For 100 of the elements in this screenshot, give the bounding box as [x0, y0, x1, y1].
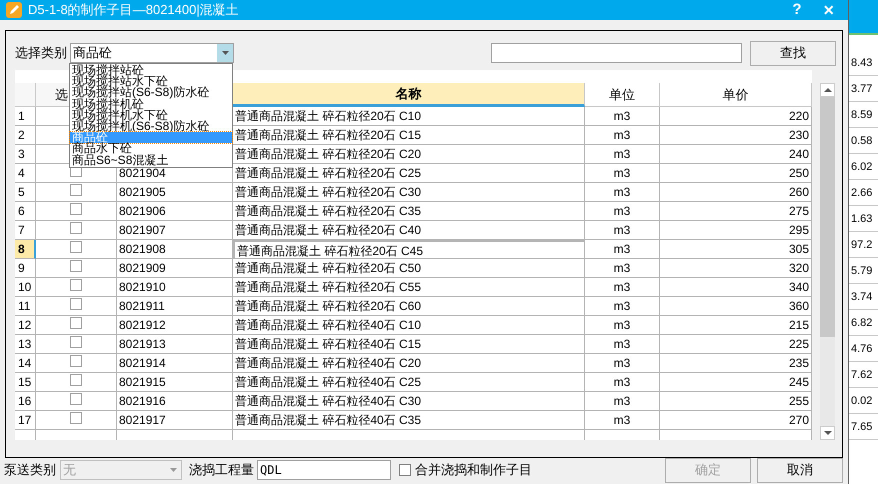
table-cell: m3 [585, 411, 660, 430]
column-header: 单位 [585, 83, 660, 107]
table-cell: 215 [660, 316, 812, 335]
table-cell: 8021912 [117, 316, 233, 335]
app-pencil-icon [6, 2, 22, 18]
table-cell: 7.65 [849, 414, 878, 440]
table-cell: 8.43 [849, 50, 878, 76]
category-label: 选择类别 [15, 44, 68, 62]
table-cell: 245 [660, 373, 812, 392]
dropdown-option[interactable]: 商品水下砼 [70, 143, 232, 154]
table-cell: 2.66 [849, 180, 878, 206]
table-cell: m3 [585, 107, 660, 126]
dropdown-option[interactable]: 现场搅拌机水下砼 [70, 110, 232, 121]
table-cell: 5.79 [849, 258, 878, 284]
row-number: 3 [15, 145, 36, 164]
table-cell: 8021908 [117, 240, 233, 259]
table-cell: 230 [660, 126, 812, 145]
table-cell: 320 [660, 259, 812, 278]
scroll-up-icon[interactable] [824, 88, 832, 92]
table-cell: 220 [660, 107, 812, 126]
table-cell: 8021915 [117, 373, 233, 392]
find-button[interactable]: 查找 [750, 40, 836, 66]
row-number: 14 [15, 354, 36, 373]
checkbox[interactable] [70, 279, 82, 291]
checkbox[interactable] [399, 464, 411, 476]
dropdown-option[interactable]: 现场搅拌机(S6-S8)防水砼 [70, 120, 232, 132]
table-cell: m3 [585, 316, 660, 335]
row-number: 8 [15, 240, 36, 259]
row-number: 15 [15, 373, 36, 392]
scroll-down-icon[interactable] [824, 431, 832, 435]
table-cell: 8021916 [117, 392, 233, 411]
category-select[interactable]: 商品砼 [70, 43, 234, 63]
table-cell: 4.76 [849, 336, 878, 362]
row-number: 12 [15, 316, 36, 335]
checkbox[interactable] [70, 241, 82, 253]
table-cell: 360 [660, 297, 812, 316]
table-cell: m3 [585, 202, 660, 221]
caret-icon [170, 468, 177, 472]
table-cell: 255 [660, 392, 812, 411]
row-number: 1 [15, 107, 36, 126]
table-cell: 普通商品混凝土 碎石粒径40石 C20 [233, 354, 585, 373]
checkbox[interactable] [70, 412, 82, 424]
checkbox[interactable] [70, 336, 82, 348]
checkbox[interactable] [70, 355, 82, 367]
search-field[interactable] [491, 43, 742, 63]
table-cell: 普通商品混凝土 碎石粒径20石 C60 [233, 297, 585, 316]
table-cell: 8021913 [117, 335, 233, 354]
table-cell: 普通商品混凝土 碎石粒径20石 C15 [233, 126, 585, 145]
table-cell: 普通商品混凝土 碎石粒径20石 C10 [233, 107, 585, 126]
checkbox[interactable] [70, 374, 82, 386]
table-cell: 225 [660, 335, 812, 354]
table-cell: 普通商品混凝土 碎石粒径20石 C45 [233, 240, 585, 259]
table-cell: m3 [585, 164, 660, 183]
row-number: 5 [15, 183, 36, 202]
table-cell: 普通商品混凝土 碎石粒径40石 C25 [233, 373, 585, 392]
table-cell: 7.62 [849, 362, 878, 388]
table-cell: m3 [585, 392, 660, 411]
checkbox[interactable] [70, 393, 82, 405]
checkbox[interactable] [70, 317, 82, 329]
table-cell: 0.58 [849, 128, 878, 154]
table-cell: 普通商品混凝土 碎石粒径20石 C40 [233, 221, 585, 240]
row-number: 2 [15, 126, 36, 145]
dropdown-option[interactable]: 商品S6~S8混凝土 [70, 154, 232, 166]
row-number: 17 [15, 411, 36, 430]
pump-label: 泵送类别 [4, 461, 57, 480]
table-cell: m3 [585, 297, 660, 316]
table-cell: 普通商品混凝土 碎石粒径20石 C35 [233, 202, 585, 221]
table-cell: 8021911 [117, 297, 233, 316]
table-cell: m3 [585, 335, 660, 354]
table-cell: m3 [585, 183, 660, 202]
table-cell: 305 [660, 240, 812, 259]
table-cell: m3 [585, 259, 660, 278]
table-cell: 250 [660, 164, 812, 183]
table-cell: 普通商品混凝土 碎石粒径40石 C10 [233, 316, 585, 335]
checkbox[interactable] [70, 260, 82, 272]
table-cell: 8021917 [117, 411, 233, 430]
table-cell: 235 [660, 354, 812, 373]
table-cell: m3 [585, 373, 660, 392]
table-cell: m3 [585, 278, 660, 297]
row-number: 7 [15, 221, 36, 240]
scrollbar[interactable] [820, 83, 835, 440]
table-cell: 1.63 [849, 206, 878, 232]
table-cell: 普通商品混凝土 碎石粒径40石 C15 [233, 335, 585, 354]
table-cell: 普通商品混凝土 碎石粒径40石 C35 [233, 411, 585, 430]
row-number: 9 [15, 259, 36, 278]
checkbox[interactable] [70, 184, 82, 196]
checkbox[interactable] [70, 222, 82, 234]
table-cell: 6.02 [849, 154, 878, 180]
dropdown-option[interactable]: 现场搅拌站砼 [70, 65, 232, 76]
quantity-field[interactable]: QDL [257, 460, 391, 480]
row-number: 16 [15, 392, 36, 411]
cancel-button[interactable]: 取消 [757, 458, 843, 482]
column-header: 名称 [233, 83, 585, 107]
table-cell: 8021906 [117, 202, 233, 221]
table-cell: 240 [660, 145, 812, 164]
table-cell: 8.59 [849, 102, 878, 128]
row-number: 6 [15, 202, 36, 221]
checkbox[interactable] [70, 298, 82, 310]
table-cell: 270 [660, 411, 812, 430]
checkbox[interactable] [70, 203, 82, 215]
